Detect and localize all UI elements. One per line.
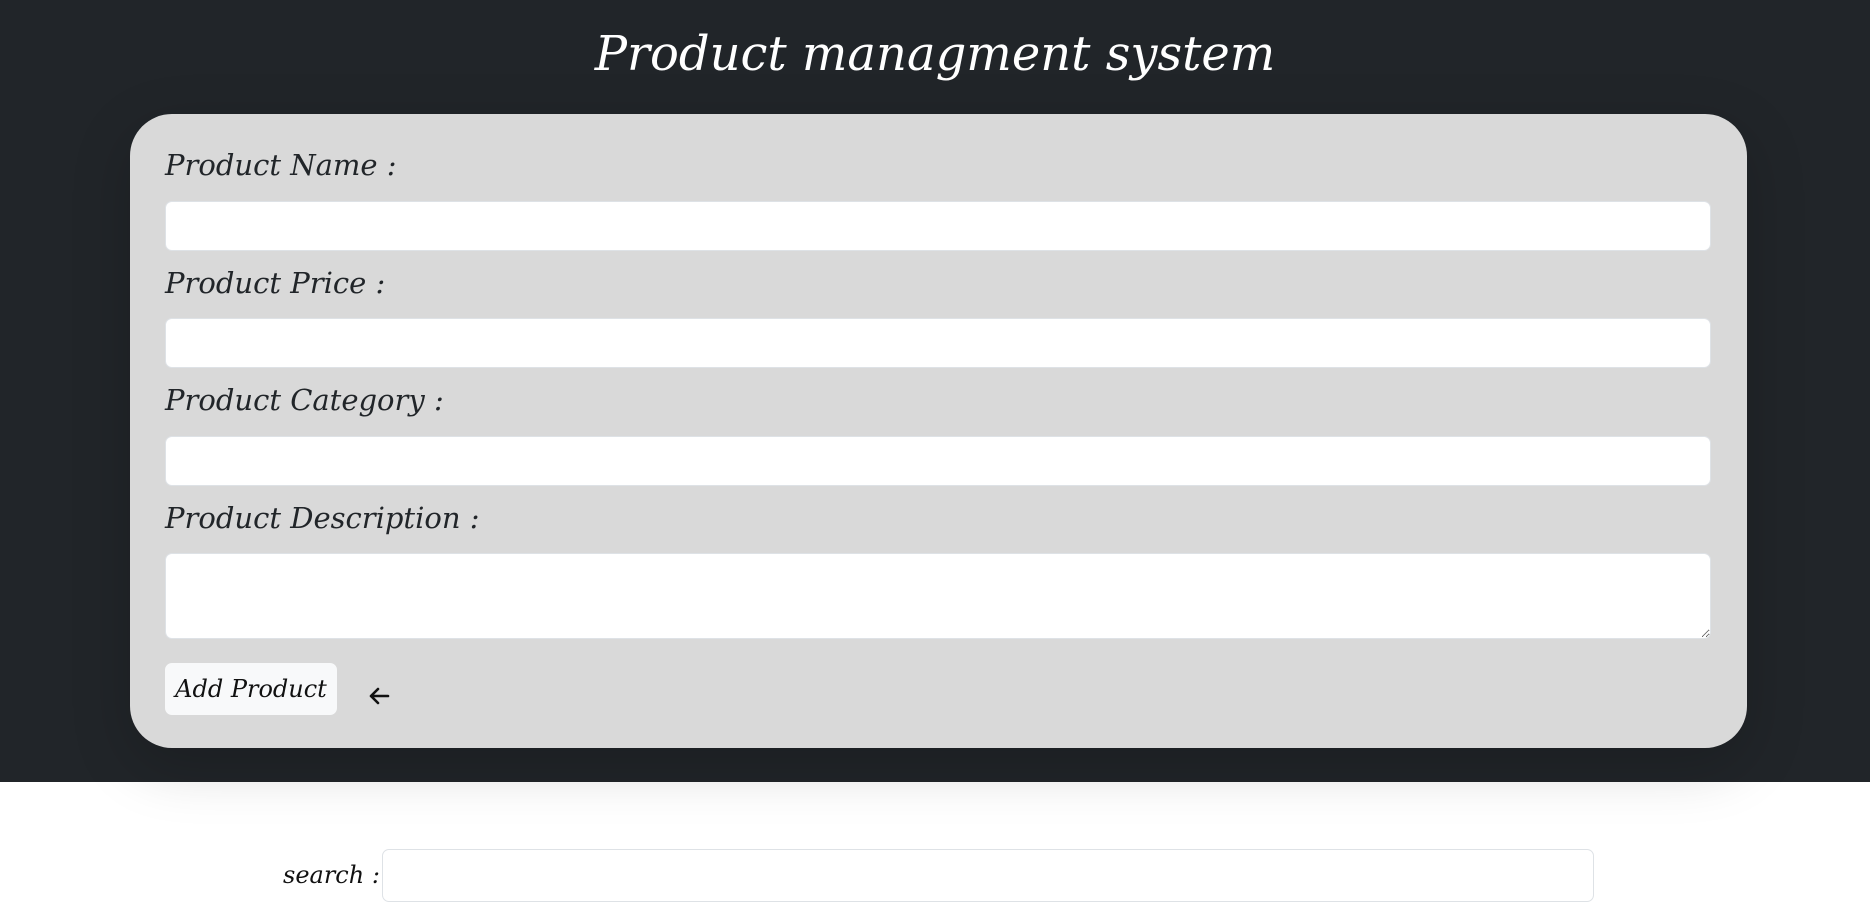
search-input[interactable]	[382, 849, 1594, 902]
header-section: Product managment system Product Name : …	[0, 0, 1870, 782]
arrow-left-icon	[369, 687, 390, 705]
product-description-textarea[interactable]	[165, 553, 1711, 639]
product-form-card: Product Name : Product Price : Product C…	[130, 114, 1747, 748]
product-price-label: Product Price :	[165, 266, 386, 300]
add-product-button[interactable]: Add Product	[165, 663, 337, 715]
page-title: Product managment system	[594, 26, 1276, 82]
search-label: search :	[283, 861, 380, 889]
product-description-label: Product Description :	[165, 501, 480, 535]
product-category-input[interactable]	[165, 436, 1711, 486]
product-price-input[interactable]	[165, 318, 1711, 368]
product-category-label: Product Category :	[165, 383, 444, 417]
product-name-input[interactable]	[165, 201, 1711, 251]
product-name-label: Product Name :	[165, 148, 397, 182]
back-button[interactable]	[359, 671, 399, 711]
